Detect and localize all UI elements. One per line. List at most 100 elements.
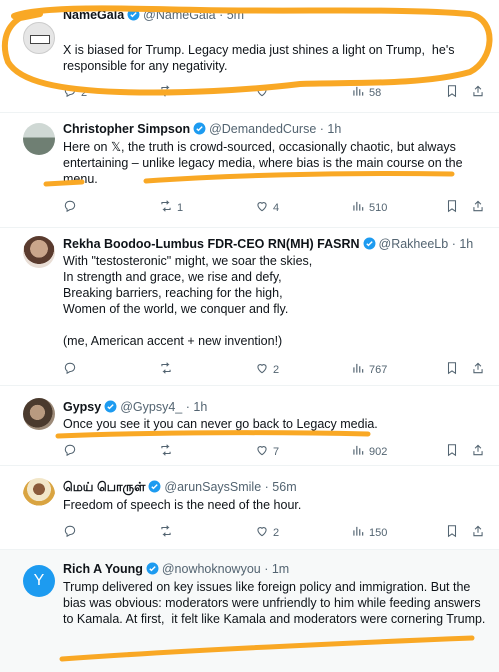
reply-button[interactable] bbox=[63, 361, 81, 378]
post-time[interactable]: · 1h bbox=[452, 237, 474, 251]
views-button[interactable]: 510 bbox=[351, 199, 387, 216]
tweet-actions: 2 150 bbox=[63, 524, 489, 540]
tweet-card[interactable]: Rekha Boodoo-Lumbus FDR-CEO RN(MH) FASRN… bbox=[0, 228, 499, 386]
retweet-icon bbox=[159, 361, 173, 378]
views-icon bbox=[351, 361, 365, 378]
views-count: 58 bbox=[369, 86, 382, 99]
author-handle[interactable]: @arunSaysSmile bbox=[164, 480, 261, 494]
like-count: 2 bbox=[273, 526, 280, 539]
reply-icon bbox=[63, 443, 77, 460]
reply-button[interactable]: 2 bbox=[63, 84, 87, 101]
tweet-actions: 2 58 bbox=[63, 84, 489, 100]
post-time[interactable]: · 56m bbox=[265, 480, 297, 494]
retweet-icon bbox=[159, 199, 173, 216]
author-line: Christopher Simpson @DemandedCurse · 1h bbox=[63, 122, 341, 138]
retweet-button[interactable] bbox=[159, 84, 177, 101]
avatar[interactable] bbox=[23, 22, 55, 54]
like-button[interactable]: 7 bbox=[255, 443, 279, 460]
author-handle[interactable]: @nowhoknowyou bbox=[162, 562, 261, 576]
retweet-icon bbox=[159, 84, 173, 101]
bookmark-button[interactable] bbox=[445, 84, 459, 101]
bookmark-button[interactable] bbox=[445, 199, 459, 216]
author-handle[interactable]: @Gypsy4_ bbox=[120, 400, 182, 414]
tweet-card[interactable]: Christopher Simpson @DemandedCurse · 1h H… bbox=[0, 113, 499, 228]
tweet-text: Here on 𝕏, the truth is crowd-sourced, o… bbox=[63, 140, 467, 186]
retweet-button[interactable]: 1 bbox=[159, 199, 183, 216]
tweet-card[interactable]: மெய் பொருள் @arunSaysSmile · 56m Freedom … bbox=[0, 466, 499, 550]
share-button[interactable] bbox=[471, 524, 485, 541]
like-button[interactable]: 4 bbox=[255, 199, 279, 216]
reply-button[interactable] bbox=[63, 524, 81, 541]
author-name[interactable]: NameGala bbox=[63, 8, 124, 22]
views-icon bbox=[351, 443, 365, 460]
reply-button[interactable] bbox=[63, 199, 81, 216]
bookmark-icon bbox=[445, 361, 459, 378]
author-handle[interactable]: @NameGala bbox=[143, 8, 215, 22]
avatar[interactable] bbox=[23, 478, 55, 510]
reply-count: 2 bbox=[81, 86, 88, 99]
share-button[interactable] bbox=[471, 443, 485, 460]
tweet-text: X is biased for Trump. Legacy media just… bbox=[63, 43, 458, 73]
share-button[interactable] bbox=[471, 84, 485, 101]
bookmark-button[interactable] bbox=[445, 361, 459, 378]
share-button[interactable] bbox=[471, 361, 485, 378]
retweet-button[interactable] bbox=[159, 443, 177, 460]
post-time[interactable]: · 5m bbox=[219, 8, 244, 22]
post-time[interactable]: · 1h bbox=[186, 400, 208, 414]
views-count: 150 bbox=[369, 526, 388, 539]
verified-badge-icon bbox=[127, 8, 140, 24]
author-name[interactable]: மெய் பொருள் bbox=[63, 480, 145, 494]
tweet-text: Trump delivered on key issues like forei… bbox=[63, 580, 486, 626]
views-button[interactable]: 58 bbox=[351, 84, 381, 101]
tweet-card[interactable]: Gypsy @Gypsy4_ · 1h Once you see it you c… bbox=[0, 386, 499, 466]
views-button[interactable]: 150 bbox=[351, 524, 387, 541]
author-name[interactable]: Rich A Young bbox=[63, 562, 143, 576]
views-count: 902 bbox=[369, 445, 388, 458]
bookmark-icon bbox=[445, 443, 459, 460]
verified-badge-icon bbox=[148, 480, 161, 496]
avatar[interactable] bbox=[23, 236, 55, 268]
author-name[interactable]: Gypsy bbox=[63, 400, 101, 414]
avatar[interactable] bbox=[23, 123, 55, 155]
author-handle[interactable]: @RakheeLb bbox=[379, 237, 449, 251]
tweet-actions: 2 767 bbox=[63, 361, 489, 377]
verified-badge-icon bbox=[363, 237, 376, 253]
reply-icon bbox=[63, 84, 77, 101]
avatar[interactable] bbox=[23, 398, 55, 430]
tweet-card[interactable]: Y Rich A Young @nowhoknowyou · 1m Trump d… bbox=[0, 550, 499, 672]
author-handle[interactable]: @DemandedCurse bbox=[209, 122, 316, 136]
share-button[interactable] bbox=[471, 199, 485, 216]
like-button[interactable] bbox=[255, 84, 273, 101]
heart-icon bbox=[255, 443, 269, 460]
author-line: Rekha Boodoo-Lumbus FDR-CEO RN(MH) FASRN… bbox=[63, 237, 473, 253]
tweet-card[interactable]: NameGala @NameGala · 5m X is biased for T… bbox=[0, 0, 499, 113]
tweet-text: Once you see it you can never go back to… bbox=[63, 417, 378, 431]
retweet-icon bbox=[159, 524, 173, 541]
reply-icon bbox=[63, 361, 77, 378]
bookmark-button[interactable] bbox=[445, 443, 459, 460]
like-button[interactable]: 2 bbox=[255, 361, 279, 378]
verified-badge-icon bbox=[193, 122, 206, 138]
views-count: 767 bbox=[369, 363, 388, 376]
share-icon bbox=[471, 199, 485, 216]
share-icon bbox=[471, 361, 485, 378]
retweet-button[interactable] bbox=[159, 524, 177, 541]
views-button[interactable]: 767 bbox=[351, 361, 387, 378]
author-name[interactable]: Rekha Boodoo-Lumbus FDR-CEO RN(MH) FASRN bbox=[63, 237, 360, 251]
like-button[interactable]: 2 bbox=[255, 524, 279, 541]
views-icon bbox=[351, 524, 365, 541]
tweet-text: With "testosteronic" might, we soar the … bbox=[63, 254, 313, 348]
post-time[interactable]: · 1m bbox=[264, 562, 289, 576]
bookmark-button[interactable] bbox=[445, 524, 459, 541]
author-name[interactable]: Christopher Simpson bbox=[63, 122, 190, 136]
retweet-button[interactable] bbox=[159, 361, 177, 378]
reply-icon bbox=[63, 199, 77, 216]
post-time[interactable]: · 1h bbox=[320, 122, 342, 136]
author-line: Rich A Young @nowhoknowyou · 1m bbox=[63, 562, 289, 578]
views-button[interactable]: 902 bbox=[351, 443, 387, 460]
verified-badge-icon bbox=[104, 400, 117, 416]
avatar[interactable]: Y bbox=[23, 565, 55, 597]
reply-button[interactable] bbox=[63, 443, 81, 460]
bookmark-icon bbox=[445, 199, 459, 216]
share-icon bbox=[471, 443, 485, 460]
